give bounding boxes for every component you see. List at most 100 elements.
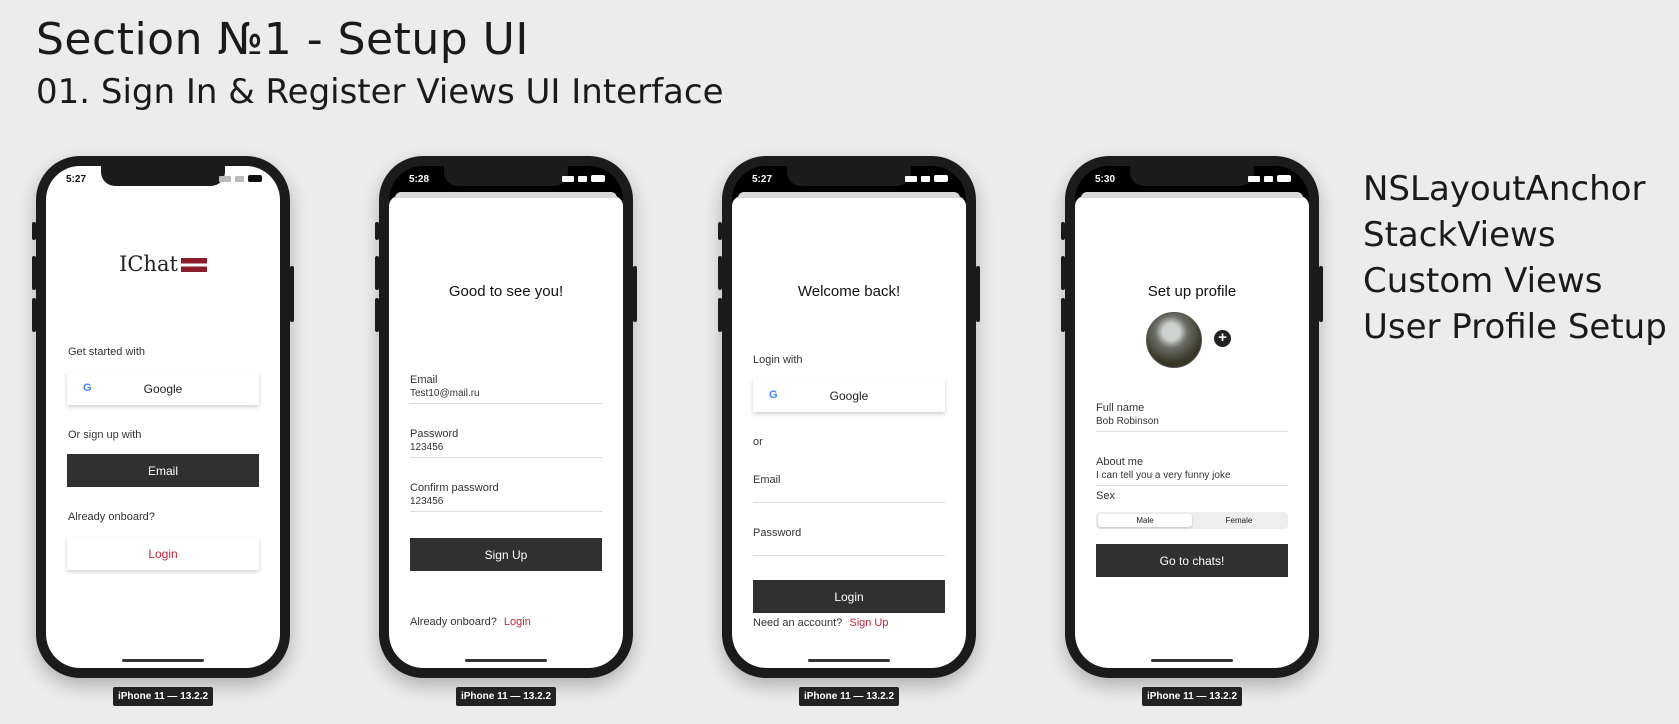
password-field[interactable]: Password 123456 [410, 428, 602, 458]
signup-link[interactable]: Sign Up [849, 617, 888, 629]
phone-signup: 5:28 Good to see you! Email Test10@mail.… [375, 156, 637, 678]
feature-item: User Profile Setup [1363, 307, 1667, 347]
login-link[interactable]: Login [504, 616, 531, 628]
page-title: Welcome back! [797, 283, 901, 300]
device-label: iPhone 11 — 13.2.2 [456, 687, 556, 706]
email-field[interactable]: Email [753, 474, 945, 503]
google-icon: G [769, 389, 778, 401]
home-indicator [1151, 659, 1233, 662]
password-label: Password [410, 428, 459, 440]
signup-prompt: Need an account? Sign Up [753, 617, 889, 629]
about-label: About me [1096, 456, 1144, 468]
modal-sheet: Welcome back! Login with G Google or Ema… [732, 192, 966, 668]
add-photo-icon[interactable]: + [1214, 330, 1231, 347]
google-button[interactable]: G Google [67, 372, 259, 405]
battery-icon [591, 175, 605, 182]
device-label: iPhone 11 — 13.2.2 [1142, 687, 1242, 706]
confirm-password-value: 123456 [410, 496, 444, 507]
notch [1130, 166, 1254, 186]
screen: 5:30 Set up profile + Full name Bob Robi… [1075, 166, 1309, 668]
email-field[interactable]: Email Test10@mail.ru [410, 374, 602, 404]
need-account-label: Need an account? [753, 617, 843, 629]
google-label: Google [829, 388, 869, 403]
already-onboard-label: Already onboard? [68, 511, 155, 523]
fullname-label: Full name [1096, 402, 1145, 414]
already-onboard-label: Already onboard? [410, 616, 497, 628]
fullname-value: Bob Robinson [1096, 416, 1159, 427]
screen: 5:27 IChat Get started with G Google Or … [46, 166, 280, 668]
section-title: Section №1 - Setup UI [36, 14, 529, 65]
screen: 5:28 Good to see you! Email Test10@mail.… [389, 166, 623, 668]
phone-login: 5:27 Welcome back! Login with G Google o… [718, 156, 980, 678]
feature-list: NSLayoutAnchor StackViews Custom Views U… [1363, 166, 1667, 350]
email-label: Email [410, 374, 438, 386]
about-field[interactable]: About me I can tell you a very funny jok… [1096, 456, 1288, 486]
wifi-icon [1264, 175, 1273, 182]
wifi-icon [921, 175, 930, 182]
login-prompt: Already onboard? Login [410, 616, 531, 628]
battery-icon [1277, 175, 1291, 182]
modal-sheet: Good to see you! Email Test10@mail.ru Pa… [389, 192, 623, 668]
signal-icon [1248, 175, 1260, 182]
phone-profile: 5:30 Set up profile + Full name Bob Robi… [1061, 156, 1323, 678]
status-icons [1248, 175, 1291, 182]
battery-icon [248, 175, 262, 182]
password-value: 123456 [410, 442, 444, 453]
or-label: or [753, 436, 763, 448]
google-icon: G [83, 382, 92, 394]
google-button[interactable]: G Google [753, 379, 945, 412]
wifi-icon [578, 175, 587, 182]
feature-item: Custom Views [1363, 261, 1603, 301]
login-button[interactable]: Login [67, 537, 259, 570]
device-label: iPhone 11 — 13.2.2 [113, 687, 213, 706]
avatar[interactable] [1146, 312, 1202, 368]
home-indicator [122, 659, 204, 662]
or-signup-label: Or sign up with [68, 429, 142, 441]
page-title: Good to see you! [448, 283, 564, 300]
status-time: 5:27 [66, 174, 87, 185]
wifi-icon [235, 175, 244, 182]
app-logo: IChat [46, 252, 280, 276]
flag-icon [180, 258, 207, 272]
google-label: Google [143, 381, 183, 396]
status-time: 5:28 [409, 174, 430, 185]
fullname-field[interactable]: Full name Bob Robinson [1096, 402, 1288, 432]
about-value: I can tell you a very funny joke [1096, 470, 1231, 481]
feature-item: StackViews [1363, 215, 1556, 255]
device-label: iPhone 11 — 13.2.2 [799, 687, 899, 706]
status-icons [905, 175, 948, 182]
sex-label: Sex [1096, 490, 1115, 502]
notch [101, 166, 225, 186]
email-label: Email [753, 474, 781, 486]
login-button[interactable]: Login [753, 580, 945, 613]
signal-icon [905, 175, 917, 182]
section-subtitle: 01. Sign In & Register Views UI Interfac… [36, 72, 724, 112]
notch [444, 166, 568, 186]
home-indicator [808, 659, 890, 662]
go-to-chats-button[interactable]: Go to chats! [1096, 544, 1288, 577]
email-button[interactable]: Email [67, 454, 259, 487]
home-indicator [465, 659, 547, 662]
confirm-password-label: Confirm password [410, 482, 499, 494]
password-label: Password [753, 527, 802, 539]
sex-segmented-control[interactable]: Male Female [1096, 512, 1288, 529]
page-title: Set up profile [1147, 283, 1237, 300]
confirm-password-field[interactable]: Confirm password 123456 [410, 482, 602, 512]
get-started-label: Get started with [68, 346, 146, 358]
modal-sheet: Set up profile + Full name Bob Robinson … [1075, 192, 1309, 668]
phone-signin: 5:27 IChat Get started with G Google Or … [32, 156, 294, 678]
status-icons [219, 175, 262, 182]
screen: 5:27 Welcome back! Login with G Google o… [732, 166, 966, 668]
segment-male[interactable]: Male [1098, 514, 1192, 527]
status-time: 5:27 [752, 174, 773, 185]
status-icons [562, 175, 605, 182]
login-with-label: Login with [753, 354, 803, 366]
battery-icon [934, 175, 948, 182]
segment-female[interactable]: Female [1192, 514, 1286, 527]
signal-icon [562, 175, 574, 182]
password-field[interactable]: Password [753, 527, 945, 556]
status-time: 5:30 [1095, 174, 1116, 185]
email-value: Test10@mail.ru [410, 388, 480, 399]
signup-button[interactable]: Sign Up [410, 538, 602, 571]
logo-text: IChat [119, 252, 178, 276]
